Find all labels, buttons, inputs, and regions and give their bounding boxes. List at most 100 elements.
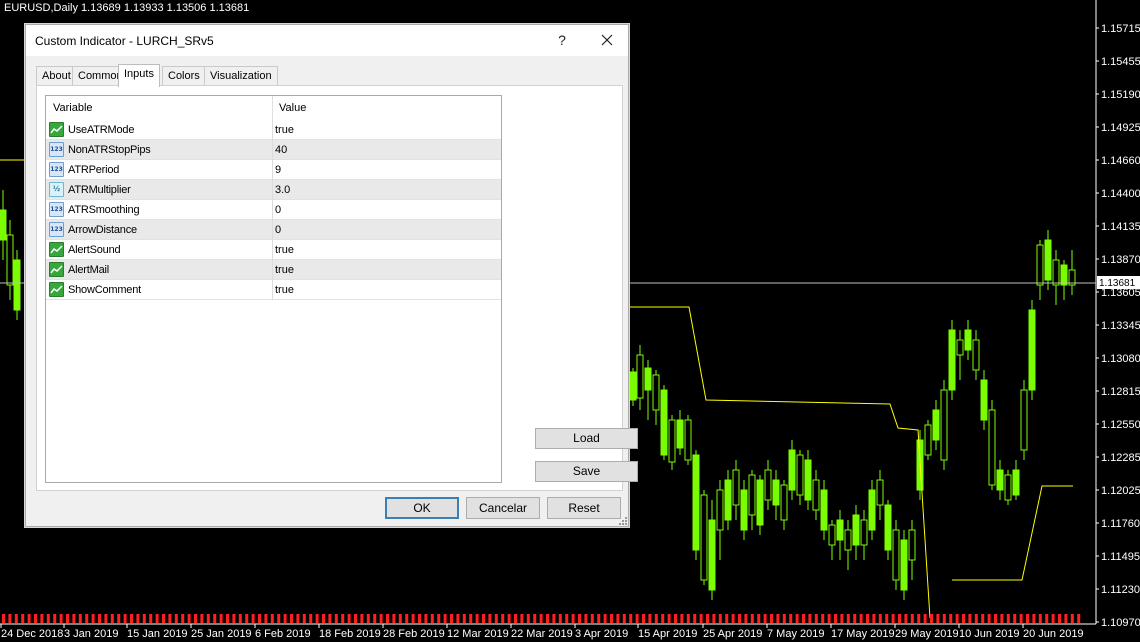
bar-marker (738, 614, 741, 623)
close-button[interactable] (592, 29, 622, 51)
date-label: 25 Apr 2019 (703, 628, 762, 640)
grid-row[interactable]: AlertSound true (46, 240, 501, 260)
tab-visualization[interactable]: Visualization (204, 66, 278, 86)
bar-marker (386, 614, 389, 623)
variable-value[interactable]: 9 (275, 164, 281, 176)
column-header-value[interactable]: Value (279, 102, 306, 114)
date-label: 15 Jan 2019 (127, 628, 188, 640)
bar-marker (706, 614, 709, 623)
bar-marker (827, 614, 831, 623)
cell-separator (272, 140, 273, 160)
grid-row[interactable]: 123 ATRSmoothing 0 (46, 200, 501, 220)
bar-marker (238, 614, 242, 623)
date-label: 25 Jan 2019 (191, 628, 252, 640)
candle-body (828, 524, 836, 546)
bar-marker (546, 614, 549, 623)
tab-inputs[interactable]: Inputs (118, 64, 160, 87)
bar-marker (1026, 614, 1029, 623)
grid-row[interactable]: ShowComment true (46, 280, 501, 300)
candle-body (764, 469, 772, 501)
column-header-variable[interactable]: Variable (53, 102, 93, 114)
grid-row[interactable]: UseATRMode true (46, 120, 501, 140)
bar-marker (1019, 614, 1023, 623)
candle-body (6, 234, 14, 286)
variable-value[interactable]: 0 (275, 224, 281, 236)
grid-row[interactable]: 123 ArrowDistance 0 (46, 220, 501, 240)
bar-marker (98, 614, 101, 623)
bar-marker (942, 614, 946, 623)
bar-marker (443, 614, 447, 623)
variable-value[interactable]: true (275, 284, 294, 296)
reset-button[interactable]: Reset (547, 497, 621, 519)
bar-marker (66, 614, 69, 623)
date-label: 10 Jun 2019 (959, 628, 1020, 640)
variable-value[interactable]: true (275, 244, 294, 256)
grid-row[interactable]: 123 NonATRStopPips 40 (46, 140, 501, 160)
candle-body (756, 479, 764, 526)
grid-row[interactable]: ½ ATRMultiplier 3.0 (46, 180, 501, 200)
bar-marker (91, 614, 95, 623)
bar-marker (558, 614, 562, 623)
indicator-segment (952, 485, 1073, 581)
dialog-titlebar[interactable]: Custom Indicator - LURCH_SRv5 ? (26, 25, 628, 56)
candle-body (700, 494, 708, 581)
date-label: 22 Mar 2019 (511, 628, 573, 640)
variable-name: ATRSmoothing (68, 204, 140, 216)
bar-marker (501, 614, 505, 623)
grid-row[interactable]: 123 ATRPeriod 9 (46, 160, 501, 180)
bar-markers (2, 614, 1081, 623)
bar-marker (616, 614, 620, 623)
candle-body (644, 367, 652, 391)
candle-body (716, 489, 724, 531)
close-icon (601, 34, 613, 46)
cell-separator (272, 280, 273, 300)
grid-row[interactable]: AlertMail true (46, 260, 501, 280)
candle-body (892, 529, 900, 581)
price-label: 1.11495 (1101, 551, 1140, 563)
variable-value[interactable]: true (275, 264, 294, 276)
variable-value[interactable]: 40 (275, 144, 287, 156)
date-label: 20 Jun 2019 (1023, 628, 1084, 640)
candle-body (980, 379, 988, 421)
price-label: 1.11230 (1101, 584, 1140, 596)
tab-about[interactable]: About (36, 66, 77, 86)
bar-marker (981, 614, 985, 623)
candle-body (1004, 474, 1012, 501)
candle-body (820, 489, 828, 531)
column-separator[interactable] (272, 96, 273, 120)
help-button[interactable]: ? (548, 29, 576, 51)
save-button[interactable]: Save (535, 461, 638, 482)
variable-value[interactable]: true (275, 124, 294, 136)
bar-marker (898, 614, 901, 623)
variable-name: ATRPeriod (68, 164, 120, 176)
candle-body (900, 539, 908, 591)
variable-value[interactable]: 0 (275, 204, 281, 216)
cancel-button[interactable]: Cancelar (466, 497, 540, 519)
bar-marker (757, 614, 761, 623)
date-label: 3 Jan 2019 (64, 628, 118, 640)
resize-grip-icon[interactable] (619, 517, 627, 525)
bar-marker (181, 614, 185, 623)
integer-type-icon: 123 (49, 142, 64, 157)
candle-body (652, 374, 660, 411)
candle-body (844, 529, 852, 551)
bar-marker (328, 614, 332, 623)
bar-marker (533, 614, 537, 623)
chart-header: EURUSD,Daily 1.13689 1.13933 1.13506 1.1… (4, 2, 249, 14)
bar-marker (936, 614, 940, 623)
price-axis: 1.15715 1.15455 1.15190 1.14925 1.14660 1.144… (1096, 23, 1140, 629)
bar-marker (654, 614, 658, 623)
load-button[interactable]: Load (535, 428, 638, 449)
inputs-grid[interactable]: Variable Value UseATRMode true 123 NonATRSt… (45, 95, 502, 483)
variable-value[interactable]: 3.0 (275, 184, 290, 196)
candle-body (636, 354, 644, 399)
time-axis: 24 Dec 2018 3 Jan 2019 15 Jan 2019 25 Jan 2… (0, 624, 1084, 640)
boolean-type-icon (49, 242, 64, 257)
bar-marker (206, 614, 210, 623)
bar-marker (187, 614, 191, 623)
bar-marker (290, 614, 293, 623)
bar-marker (379, 614, 383, 623)
ok-button[interactable]: OK (385, 497, 459, 519)
tab-colors[interactable]: Colors (162, 66, 206, 86)
candle-body (748, 474, 756, 516)
